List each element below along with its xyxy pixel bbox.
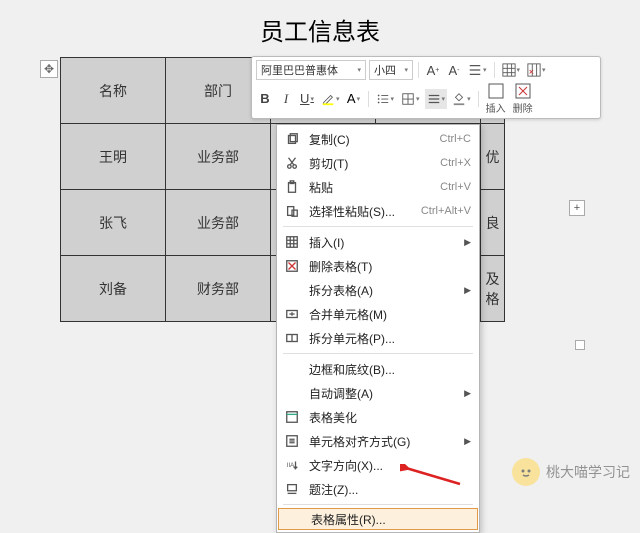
table-move-handle[interactable]: ✥ [40, 60, 58, 78]
delete-table-icon [283, 257, 301, 275]
font-name-select[interactable]: 阿里巴巴普惠体▾ [256, 60, 366, 80]
highlight-button[interactable] [319, 89, 342, 109]
menu-caption[interactable]: 题注(Z)... [277, 477, 479, 501]
menu-separator [283, 504, 473, 505]
menu-delete-table[interactable]: 删除表格(T) [277, 254, 479, 278]
submenu-arrow-icon: ▶ [464, 285, 471, 296]
menu-paste-special[interactable]: 选择性粘贴(S)... Ctrl+Alt+V [277, 199, 479, 223]
table-resize-handle[interactable] [575, 340, 585, 350]
cell-name[interactable]: 张飞 [61, 190, 166, 256]
shading-button[interactable] [450, 89, 473, 109]
insert-table-button[interactable] [500, 60, 523, 80]
cell-tail[interactable]: 优 [481, 124, 505, 190]
cell-dept[interactable]: 财务部 [166, 256, 271, 322]
split-cells-icon [283, 329, 301, 347]
insert-icon [283, 233, 301, 251]
submenu-arrow-icon: ▶ [464, 237, 471, 248]
increase-font-button[interactable]: A+ [424, 60, 442, 80]
add-column-button[interactable]: + [569, 200, 585, 216]
merge-cells-icon [283, 305, 301, 323]
menu-split-cells[interactable]: 拆分单元格(P)... [277, 326, 479, 350]
cut-icon [283, 154, 301, 172]
watermark-icon [512, 458, 540, 486]
cell-tail[interactable]: 及格 [481, 256, 505, 322]
align-button[interactable] [425, 89, 448, 109]
insert-group-button[interactable]: 插入 [484, 82, 508, 115]
font-size-select[interactable]: 小四▾ [369, 60, 413, 80]
cell-dept[interactable]: 业务部 [166, 190, 271, 256]
menu-beautify[interactable]: 表格美化 [277, 405, 479, 429]
font-color-button[interactable]: A [345, 89, 363, 109]
submenu-arrow-icon: ▶ [464, 436, 471, 447]
paste-special-icon [283, 202, 301, 220]
cell-dept[interactable]: 业务部 [166, 124, 271, 190]
caption-icon [283, 480, 301, 498]
menu-paste[interactable]: 粘贴 Ctrl+V [277, 175, 479, 199]
menu-split-table[interactable]: 拆分表格(A) ▶ [277, 278, 479, 302]
delete-table-button[interactable] [525, 60, 548, 80]
menu-copy[interactable]: 复制(C) Ctrl+C [277, 127, 479, 151]
menu-autofit[interactable]: 自动调整(A) ▶ [277, 381, 479, 405]
copy-icon [283, 130, 301, 148]
underline-button[interactable]: U [298, 89, 316, 109]
bold-button[interactable]: B [256, 89, 274, 109]
paste-icon [283, 178, 301, 196]
text-direction-icon: IIA [283, 456, 301, 474]
cell-name[interactable]: 刘备 [61, 256, 166, 322]
mini-toolbar: 阿里巴巴普惠体▾ 小四▾ A+ A- B I U A [251, 56, 601, 119]
menu-separator [283, 353, 473, 354]
menu-borders[interactable]: 边框和底纹(B)... [277, 357, 479, 381]
cell-tail[interactable]: 良 [481, 190, 505, 256]
line-spacing-button[interactable] [466, 60, 489, 80]
menu-table-properties[interactable]: 表格属性(R)... [278, 508, 478, 530]
submenu-arrow-icon: ▶ [464, 388, 471, 399]
align-icon [283, 432, 301, 450]
context-menu: 复制(C) Ctrl+C 剪切(T) Ctrl+X 粘贴 Ctrl+V 选择性粘… [276, 124, 480, 533]
menu-insert[interactable]: 插入(I) ▶ [277, 230, 479, 254]
decrease-font-button[interactable]: A- [445, 60, 463, 80]
cell-name[interactable]: 王明 [61, 124, 166, 190]
menu-cut[interactable]: 剪切(T) Ctrl+X [277, 151, 479, 175]
italic-button[interactable]: I [277, 89, 295, 109]
bullet-list-button[interactable] [374, 89, 397, 109]
menu-separator [283, 226, 473, 227]
delete-group-button[interactable]: 删除 [511, 82, 535, 115]
watermark: 桃大喵学习记 [512, 458, 630, 486]
menu-cell-align[interactable]: 单元格对齐方式(G) ▶ [277, 429, 479, 453]
menu-text-direction[interactable]: IIA 文字方向(X)... [277, 453, 479, 477]
beautify-icon [283, 408, 301, 426]
border-button[interactable] [399, 89, 422, 109]
header-cell[interactable]: 名称 [61, 58, 166, 124]
document-title: 员工信息表 [0, 0, 640, 53]
menu-merge-cells[interactable]: 合并单元格(M) [277, 302, 479, 326]
